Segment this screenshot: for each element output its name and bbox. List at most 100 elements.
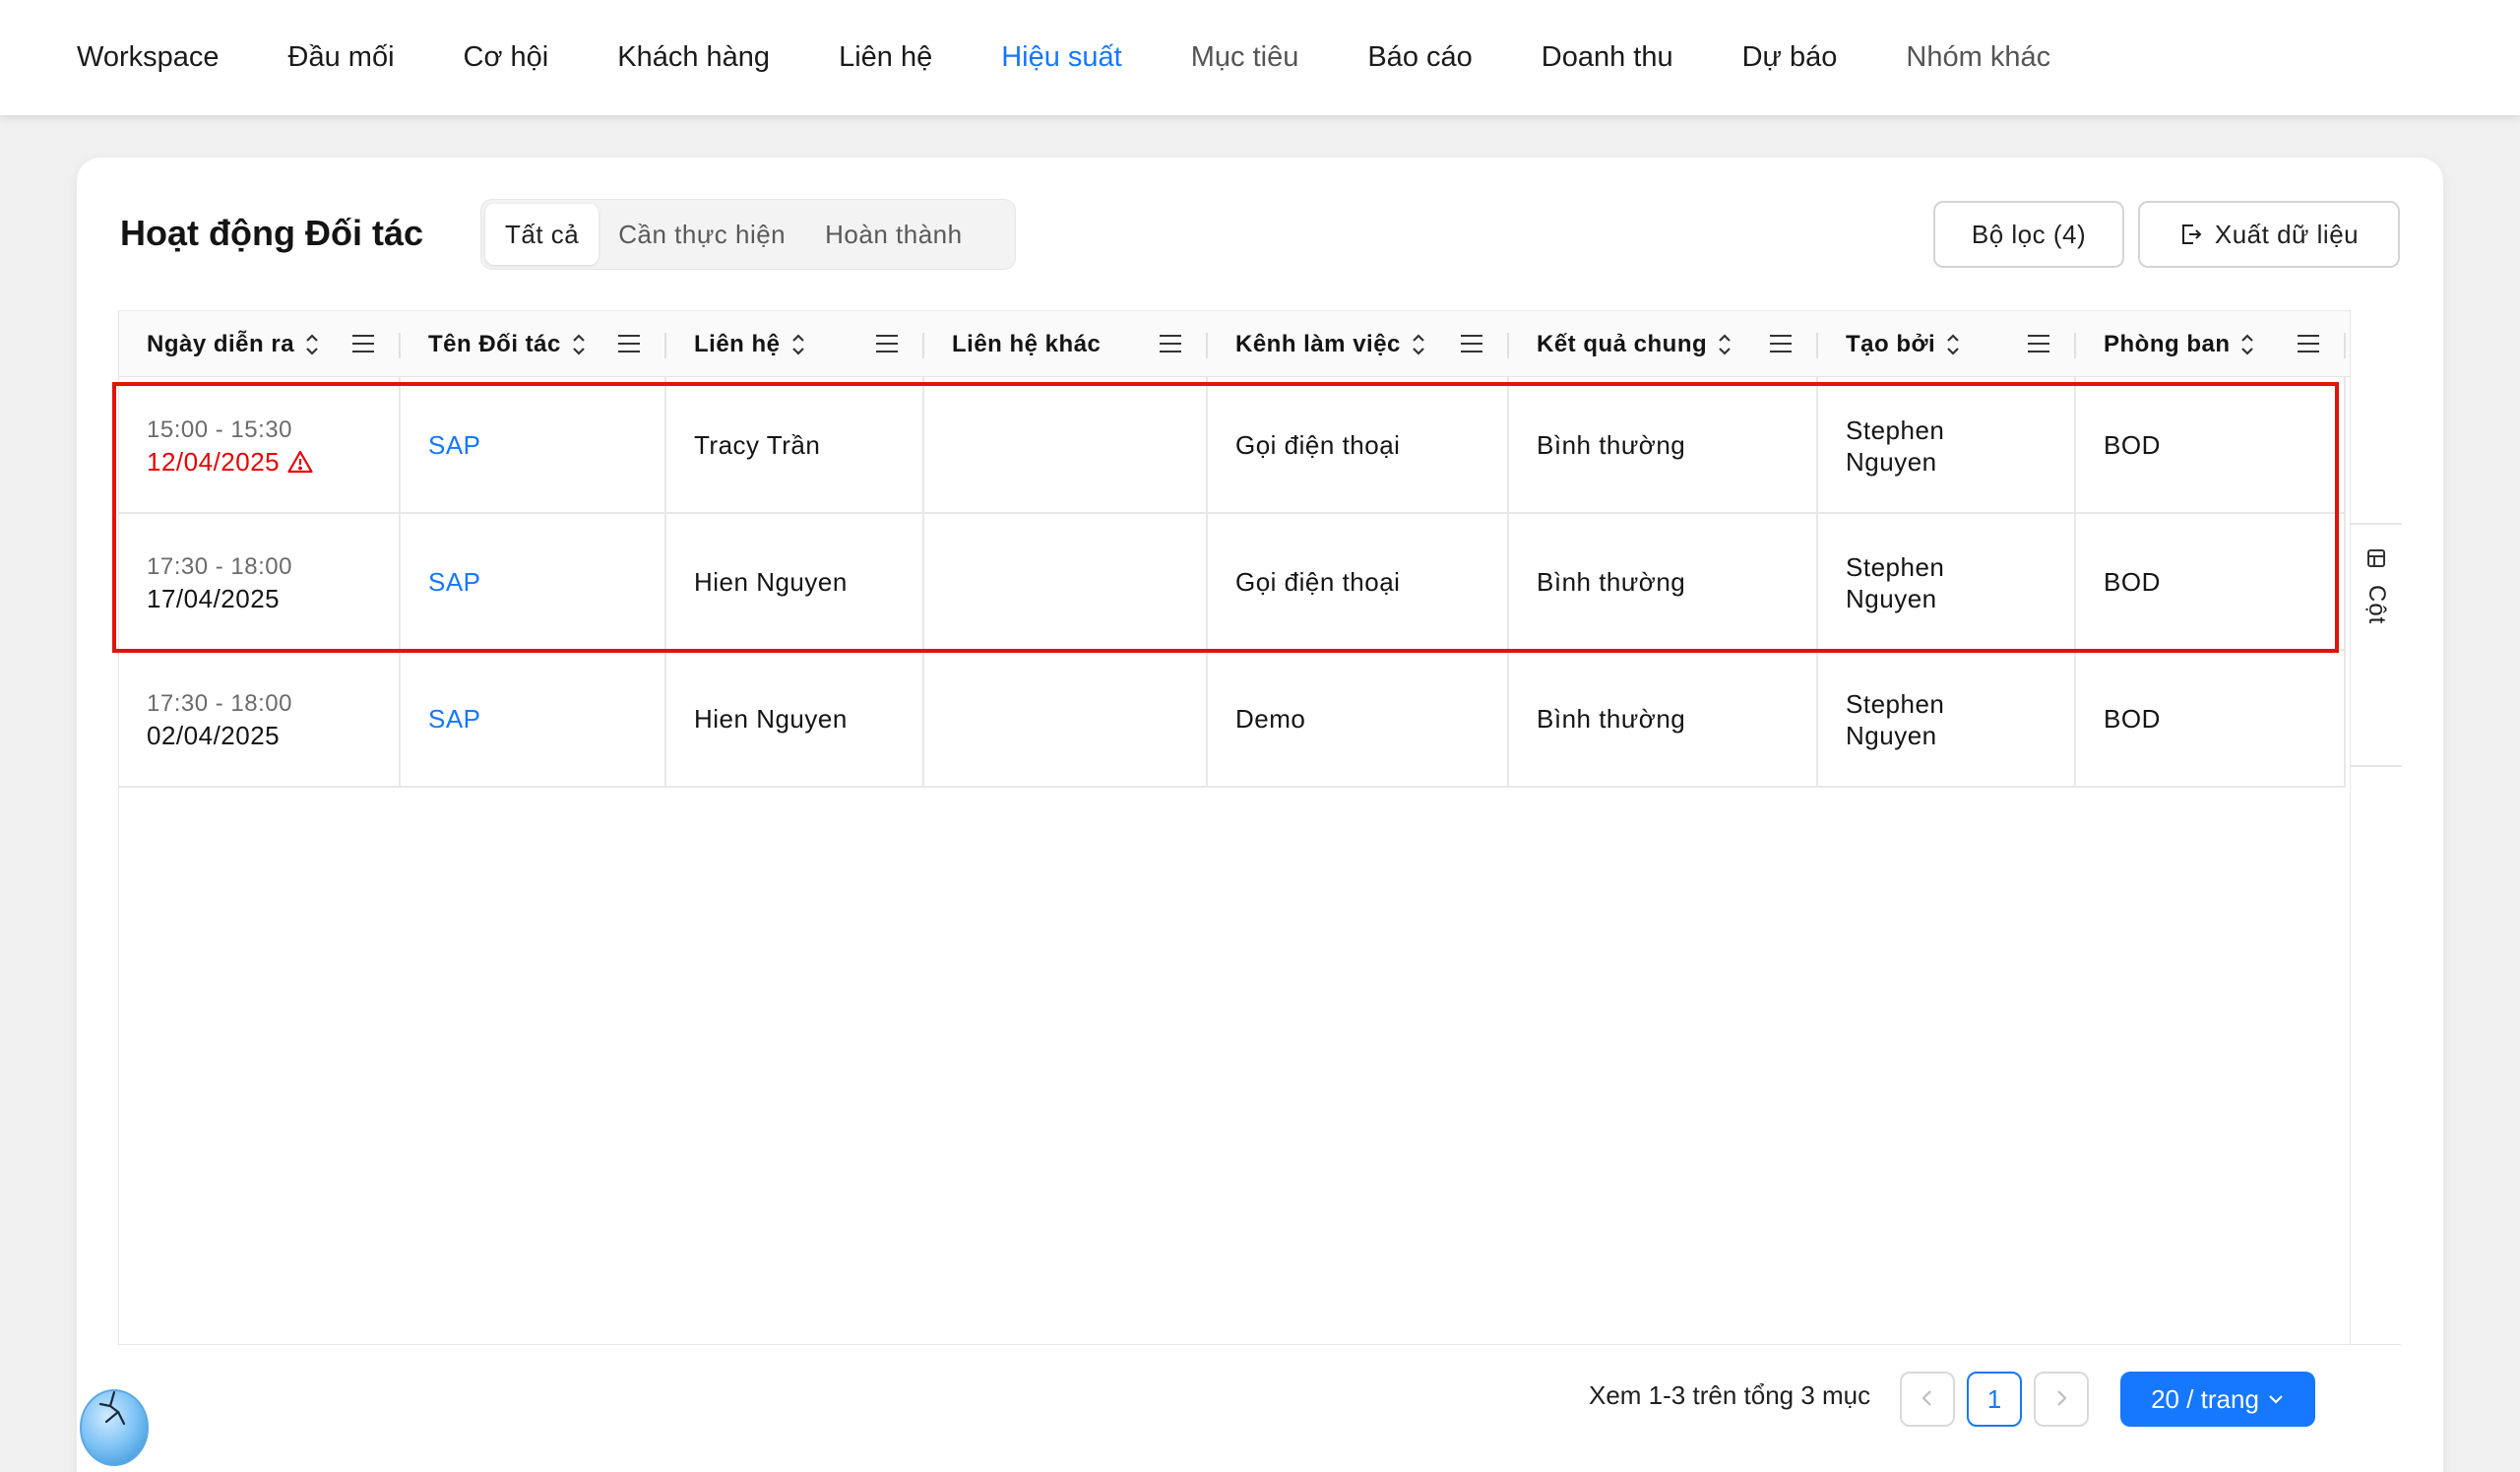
column-header-label: Tạo bởi [1846, 331, 1936, 357]
department: BOD [2104, 430, 2161, 460]
next-page-button[interactable] [2034, 1372, 2089, 1427]
column-header-label: Tên Đối tác [428, 331, 561, 357]
nav-item-customers[interactable]: Khách hàng [617, 41, 770, 74]
partner-link[interactable]: SAP [428, 704, 649, 735]
nav-item-workspace[interactable]: Workspace [77, 41, 220, 74]
nav-item-forecast[interactable]: Dự báo [1742, 41, 1838, 74]
column-header-label: Phòng ban [2104, 331, 2231, 357]
nav-item-opportunities[interactable]: Cơ hội [464, 41, 549, 74]
chevron-down-icon [2267, 1392, 2285, 1406]
nav-item-other-groups[interactable]: Nhóm khác [1906, 41, 2050, 74]
tab-completed[interactable]: Hoàn thành [805, 204, 981, 265]
created-by-first: Stephen [1846, 415, 1945, 445]
activity-time: 17:30 - 18:00 [147, 552, 292, 580]
column-header-created-by[interactable]: Tạo bởi [1818, 311, 2076, 378]
page-title: Hoạt động Đối tác [120, 213, 423, 253]
pagination-summary: Xem 1-3 trên tổng 3 mục [1589, 1380, 1871, 1410]
created-by-last: Nguyen [1846, 583, 1937, 613]
chevron-left-icon [1921, 1384, 1934, 1415]
status-tabs: Tất cả Cần thực hiện Hoàn thành [480, 199, 1016, 270]
cell-result: Bình thường [1509, 377, 1818, 514]
page-size-value: 20 / trang [2151, 1383, 2259, 1414]
column-menu-icon[interactable] [351, 333, 375, 354]
activity-date: 17/04/2025 [147, 583, 281, 613]
result: Bình thường [1537, 704, 1686, 734]
cell-contact: Hien Nguyen [666, 514, 924, 651]
column-menu-icon[interactable] [1460, 333, 1483, 354]
nav-item-goals[interactable]: Mục tiêu [1191, 41, 1299, 74]
table-row[interactable]: 17:30 - 18:00 17/04/2025 SAP Hien Nguyen… [119, 514, 2346, 651]
cell-other-contact [924, 651, 1208, 788]
top-navigation: Workspace Đầu mối Cơ hội Khách hàng Liên… [0, 0, 2520, 115]
column-menu-icon[interactable] [1159, 333, 1182, 354]
activity-table: Ngày diễn ra Tên Đối tác Liên hệ Liên hệ… [118, 310, 2352, 1345]
created-by-last: Nguyen [1846, 446, 1937, 477]
chevron-right-icon [2054, 1384, 2068, 1415]
column-settings-tab[interactable]: Cột [2355, 537, 2398, 753]
page-size-select[interactable]: 20 / trang [2120, 1372, 2315, 1427]
cell-created-by: Stephen Nguyen [1818, 514, 2076, 651]
sort-icon[interactable] [1945, 332, 1961, 357]
partner-link[interactable]: SAP [428, 567, 649, 598]
sort-icon[interactable] [304, 332, 320, 357]
partner-link[interactable]: SAP [428, 430, 649, 461]
sort-icon[interactable] [2239, 332, 2255, 357]
result: Bình thường [1537, 430, 1686, 460]
column-menu-icon[interactable] [617, 333, 641, 354]
contact-name: Hien Nguyen [694, 567, 848, 597]
cell-partner: SAP [401, 514, 666, 651]
page-number-button[interactable]: 1 [1967, 1372, 2022, 1427]
tab-to-do[interactable]: Cần thực hiện [598, 204, 805, 265]
cell-date: 15:00 - 15:30 12/04/2025 [119, 377, 401, 514]
column-header-label: Liên hệ [694, 331, 781, 357]
column-header-date[interactable]: Ngày diễn ra [119, 311, 401, 378]
column-header-partner-name[interactable]: Tên Đối tác [401, 311, 666, 378]
page-number: 1 [1986, 1383, 2002, 1414]
activity-time: 17:30 - 18:00 [147, 689, 292, 717]
divider [2351, 765, 2402, 767]
table-row[interactable]: 15:00 - 15:30 12/04/2025 SAP Tracy Trần … [119, 377, 2346, 514]
sort-icon[interactable] [1411, 332, 1426, 357]
warning-icon [287, 450, 313, 474]
contact-name: Hien Nguyen [694, 704, 848, 734]
column-header-result[interactable]: Kết quả chung [1509, 311, 1818, 378]
tab-all[interactable]: Tất cả [485, 204, 599, 265]
created-by-first: Stephen [1846, 551, 1945, 582]
nav-item-performance[interactable]: Hiệu suất [1001, 41, 1122, 74]
result: Bình thường [1537, 567, 1686, 597]
column-header-other-contact[interactable]: Liên hệ khác [924, 311, 1208, 378]
column-menu-icon[interactable] [1769, 333, 1793, 354]
table-header: Ngày diễn ra Tên Đối tác Liên hệ Liên hệ… [119, 310, 2352, 377]
nav-item-revenue[interactable]: Doanh thu [1542, 41, 1673, 74]
cell-channel: Gọi điện thoại [1208, 377, 1509, 514]
created-by-first: Stephen [1846, 688, 1945, 719]
filter-button[interactable]: Bộ lọc (4) [1933, 201, 2124, 268]
activity-date-text: 12/04/2025 [147, 446, 281, 477]
assistant-mascot-icon[interactable] [77, 1376, 152, 1467]
cell-created-by: Stephen Nguyen [1818, 377, 2076, 514]
column-menu-icon[interactable] [875, 333, 899, 354]
column-settings-label: Cột [2363, 585, 2390, 625]
cell-date: 17:30 - 18:00 17/04/2025 [119, 514, 401, 651]
nav-item-reports[interactable]: Báo cáo [1367, 41, 1472, 74]
column-header-contact[interactable]: Liên hệ [666, 311, 924, 378]
sort-icon[interactable] [790, 332, 806, 357]
column-menu-icon[interactable] [2297, 333, 2320, 354]
activity-time: 15:00 - 15:30 [147, 416, 292, 443]
column-menu-icon[interactable] [2027, 333, 2050, 354]
cell-contact: Tracy Trần [666, 377, 924, 514]
column-header-channel[interactable]: Kênh làm việc [1208, 311, 1509, 378]
column-header-label: Liên hệ khác [952, 331, 1102, 357]
export-button[interactable]: Xuất dữ liệu [2138, 201, 2400, 268]
nav-item-leads[interactable]: Đầu mối [288, 41, 395, 74]
cell-result: Bình thường [1509, 514, 1818, 651]
columns-icon [2366, 548, 2386, 573]
sort-icon[interactable] [571, 332, 587, 357]
cell-other-contact [924, 514, 1208, 651]
nav-item-contacts[interactable]: Liên hệ [839, 41, 932, 74]
sort-icon[interactable] [1717, 332, 1732, 357]
column-divider[interactable] [2344, 333, 2346, 358]
column-header-department[interactable]: Phòng ban [2076, 311, 2346, 378]
previous-page-button[interactable] [1900, 1372, 1955, 1427]
table-row[interactable]: 17:30 - 18:00 02/04/2025 SAP Hien Nguyen… [119, 651, 2346, 788]
